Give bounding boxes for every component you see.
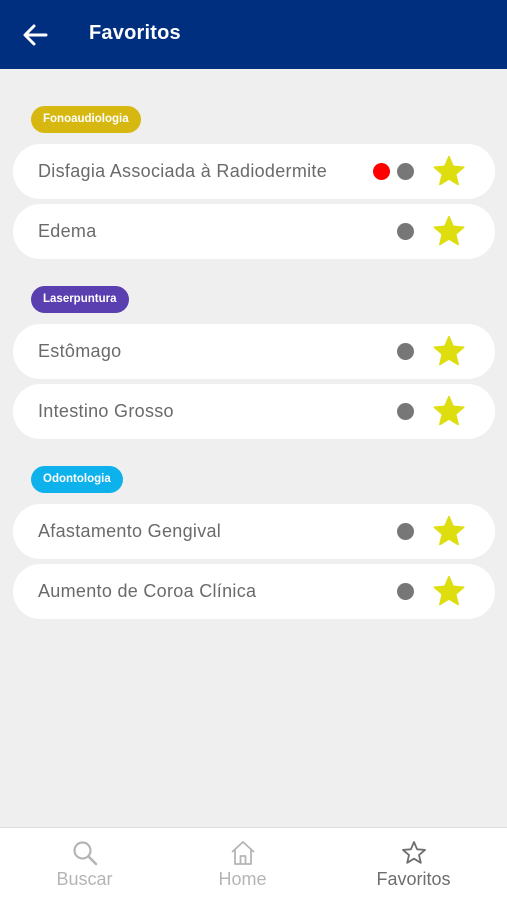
favorite-item-label: Estômago <box>38 341 122 361</box>
favorite-item[interactable]: Edema <box>13 204 495 259</box>
star-filled-icon[interactable] <box>432 515 466 548</box>
category-tag-fonoaudiologia: Fonoaudiologia <box>31 106 141 133</box>
back-button[interactable] <box>18 19 52 51</box>
favorite-item-label: Aumento de Coroa Clínica <box>38 581 257 601</box>
arrow-left-icon <box>23 24 48 46</box>
category-tag-laserpuntura: Laserpuntura <box>31 286 129 313</box>
status-dot <box>397 163 414 180</box>
nav-favoritos[interactable]: Favoritos <box>329 828 498 900</box>
status-dot <box>397 583 414 600</box>
favorite-item[interactable]: Aumento de Coroa Clínica <box>13 564 495 619</box>
star-filled-icon[interactable] <box>432 155 466 188</box>
nav-label: Buscar <box>56 869 113 889</box>
category-tag-odontologia: Odontologia <box>31 466 123 493</box>
favorite-item[interactable]: Afastamento Gengival <box>13 504 495 559</box>
status-dot <box>397 403 414 420</box>
favorites-list: Fonoaudiologia Disfagia Associada à Radi… <box>0 69 507 827</box>
home-icon <box>231 841 255 865</box>
nav-home[interactable]: Home <box>158 828 327 900</box>
star-filled-icon[interactable] <box>432 215 466 248</box>
nav-label: Favoritos <box>376 869 451 889</box>
star-filled-icon[interactable] <box>432 395 466 428</box>
status-dot <box>397 343 414 360</box>
favorite-item-label: Disfagia Associada à Radiodermite <box>38 161 328 181</box>
star-filled-icon[interactable] <box>432 575 466 608</box>
favorite-item[interactable]: Intestino Grosso <box>13 384 495 439</box>
bottom-navigation: Buscar Home Favoritos <box>0 827 507 900</box>
star-filled-icon[interactable] <box>432 335 466 368</box>
favorite-item[interactable]: Estômago <box>13 324 495 379</box>
favorite-item-label: Edema <box>38 221 97 241</box>
app-bar: Favoritos <box>0 0 507 69</box>
status-dot <box>397 223 414 240</box>
page-title: Favoritos <box>89 22 181 44</box>
nav-label: Home <box>218 869 267 889</box>
status-dot <box>373 163 390 180</box>
favorite-item-label: Afastamento Gengival <box>38 521 222 541</box>
search-icon <box>73 841 98 866</box>
favorite-item[interactable]: Disfagia Associada à Radiodermite <box>13 144 495 199</box>
nav-buscar[interactable]: Buscar <box>0 828 169 900</box>
favorite-item-label: Intestino Grosso <box>38 401 174 421</box>
star-outline-icon <box>402 841 426 864</box>
status-dot <box>397 523 414 540</box>
